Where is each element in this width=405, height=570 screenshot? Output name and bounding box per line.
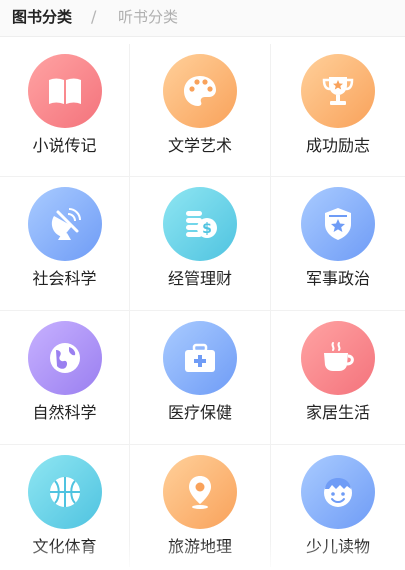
coins-icon: $ (180, 204, 220, 244)
category-travel-geography[interactable]: 旅游地理 (130, 445, 270, 570)
category-circle (28, 321, 102, 395)
category-social-science[interactable]: 社会科学 (0, 177, 129, 310)
basketball-icon (45, 472, 85, 512)
category-children-books[interactable]: 少儿读物 (271, 445, 405, 570)
globe-icon (45, 338, 85, 378)
category-circle (301, 54, 375, 128)
category-healthcare[interactable]: 医疗保健 (130, 311, 270, 444)
category-label: 社会科学 (0, 268, 129, 290)
category-success-motivation[interactable]: 成功励志 (271, 44, 405, 176)
book-icon (45, 71, 85, 111)
category-circle (163, 321, 237, 395)
trophy-icon (318, 71, 358, 111)
medical-kit-icon (180, 338, 220, 378)
category-header: 图书分类 / 听书分类 (0, 0, 405, 37)
category-label: 旅游地理 (130, 536, 270, 558)
category-label: 成功励志 (271, 135, 405, 157)
category-label: 自然科学 (0, 402, 129, 424)
category-circle (28, 54, 102, 128)
category-label: 文化体育 (0, 536, 129, 558)
category-label: 文学艺术 (130, 135, 270, 157)
svg-text:$: $ (202, 221, 212, 237)
category-circle (163, 455, 237, 529)
category-label: 经管理财 (130, 268, 270, 290)
military-badge-icon (318, 204, 358, 244)
category-literature-art[interactable]: 文学艺术 (130, 44, 270, 176)
coffee-cup-icon (318, 338, 358, 378)
category-circle (163, 54, 237, 128)
map-pin-icon (180, 472, 220, 512)
category-military-politics[interactable]: 军事政治 (271, 177, 405, 310)
category-label: 小说传记 (0, 135, 129, 157)
category-economics-finance[interactable]: $ 经管理财 (130, 177, 270, 310)
satellite-dish-icon (45, 204, 85, 244)
category-circle (28, 455, 102, 529)
category-label: 军事政治 (271, 268, 405, 290)
category-grid: 小说传记 文学艺术 成功励志 (0, 44, 405, 567)
category-fiction-biography[interactable]: 小说传记 (0, 44, 129, 176)
category-label: 医疗保健 (130, 402, 270, 424)
category-circle (301, 321, 375, 395)
category-circle (301, 455, 375, 529)
category-circle (28, 187, 102, 261)
palette-icon (180, 71, 220, 111)
tab-audiobook-categories[interactable]: 听书分类 (118, 7, 178, 27)
category-culture-sports[interactable]: 文化体育 (0, 445, 129, 570)
category-circle: $ (163, 187, 237, 261)
tab-separator: / (91, 7, 96, 27)
category-label: 家居生活 (271, 402, 405, 424)
tab-book-categories[interactable]: 图书分类 (12, 7, 72, 27)
category-natural-science[interactable]: 自然科学 (0, 311, 129, 444)
child-face-icon (318, 472, 358, 512)
category-circle (301, 187, 375, 261)
category-home-life[interactable]: 家居生活 (271, 311, 405, 444)
category-label: 少儿读物 (271, 536, 405, 558)
